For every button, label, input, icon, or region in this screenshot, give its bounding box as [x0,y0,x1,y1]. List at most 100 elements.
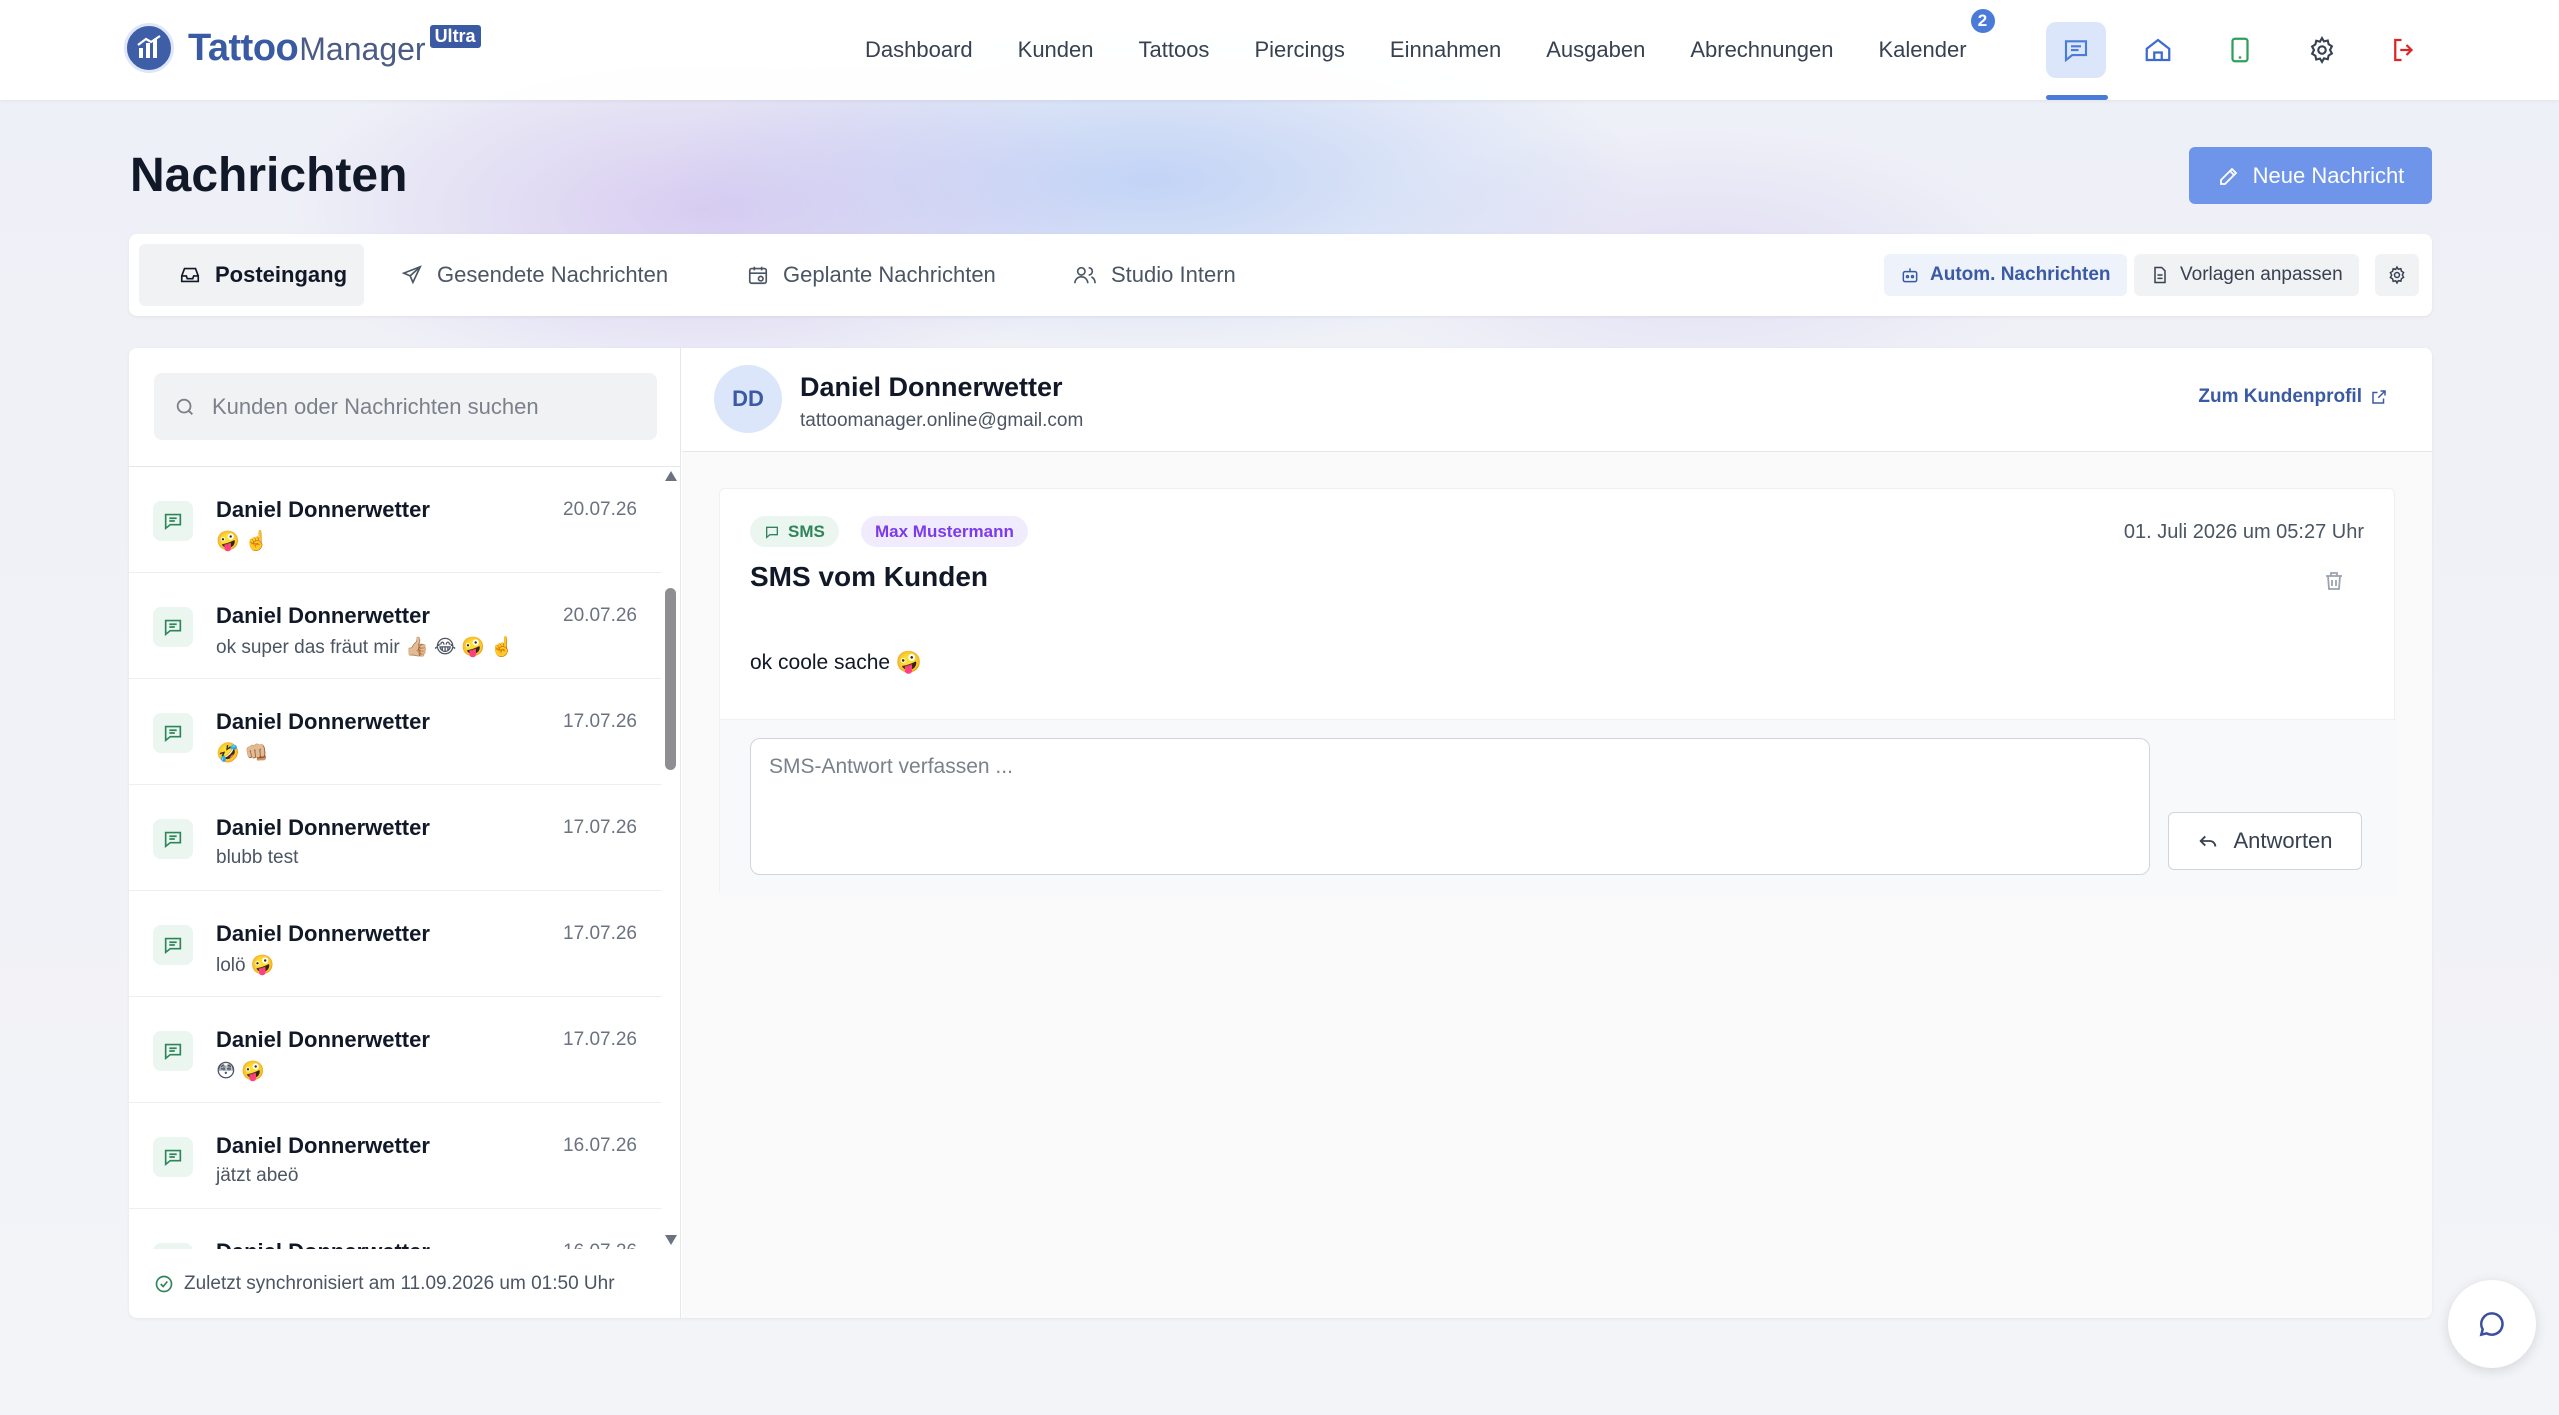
new-message-button[interactable]: Neue Nachricht [2189,147,2432,204]
message-body: ok coole sache 🤪 [750,651,923,674]
contact-email: tattoomanager.online@gmail.com [800,410,1084,431]
scroll-up-arrow-icon[interactable] [665,471,677,481]
inbox-column: Daniel Donnerwetter 🤪 ☝️ 20.07.26 Daniel… [129,348,681,1318]
nav-kalender[interactable]: Kalender 2 [1878,7,1997,63]
sms-icon [153,607,193,647]
nav-tablet-button[interactable] [2210,22,2270,78]
message-preview: lolö 🤪 [216,955,275,976]
logout-icon [2394,38,2414,62]
reply-textarea[interactable] [750,738,2150,875]
nav-tattoos[interactable]: Tattoos [1139,37,1210,63]
app-logo[interactable]: Tattoo Manager Ultra [124,23,481,73]
list-item[interactable]: Daniel Donnerwetter lolö 🤪 17.07.26 [129,891,661,997]
sms-icon [153,1243,193,1249]
sender-name: Daniel Donnerwetter [216,1027,430,1052]
nav-logout-button[interactable] [2374,22,2434,78]
nav-messages-button[interactable] [2046,22,2106,78]
sms-icon [153,1031,193,1071]
scroll-down-arrow-icon[interactable] [665,1235,677,1245]
tab-gesendete[interactable]: Gesendete Nachrichten [401,244,668,306]
chat-bubble-icon [2479,1312,2504,1337]
logo-main-text: Tattoo [188,26,299,69]
gear-icon [2389,265,2405,285]
list-item[interactable]: Daniel Donnerwetter 😳 🤪 17.07.26 [129,997,661,1103]
channel-tag: SMS [750,516,839,547]
tab-geplante[interactable]: Geplante Nachrichten [747,244,996,306]
delete-message-button[interactable] [2322,569,2346,598]
tab-label: Gesendete Nachrichten [437,262,669,287]
sender-name: Daniel Donnerwetter [216,815,430,840]
search-input[interactable] [212,393,632,420]
trash-icon [2326,572,2342,590]
reply-arrow-icon [2199,835,2217,847]
customer-profile-label: Zum Kundenprofil [2198,386,2362,407]
message-preview: 😳 🤪 [216,1061,265,1082]
auto-messages-button[interactable]: Autom. Nachrichten [1884,254,2127,296]
tab-posteingang[interactable]: Posteingang [139,244,364,306]
message-date: 16.07.26 [563,1135,637,1156]
sender-name: Daniel Donnerwetter [216,921,430,946]
tab-label: Geplante Nachrichten [783,262,996,287]
nav-abrechnungen[interactable]: Abrechnungen [1690,37,1833,63]
templates-button[interactable]: Vorlagen anpassen [2134,254,2359,296]
pencil-icon [2219,167,2237,185]
search-box [154,373,657,440]
nav-settings-button[interactable] [2292,22,2352,78]
nav-home-button[interactable] [2128,22,2188,78]
nav-einnahmen[interactable]: Einnahmen [1390,37,1501,63]
sms-icon [153,501,193,541]
sender-name: Daniel Donnerwetter [216,1239,430,1249]
sender-name: Daniel Donnerwetter [216,497,430,522]
conversation-column: DD Daniel Donnerwetter tattoomanager.onl… [682,348,2432,1318]
message-date: 17.07.26 [563,817,637,838]
sender-name: Daniel Donnerwetter [216,603,430,628]
list-item[interactable]: Daniel Donnerwetter 🤣 👊🏼 17.07.26 [129,679,661,785]
customer-profile-link[interactable]: Zum Kundenprofil [2198,386,2388,408]
staff-tag: Max Mustermann [861,516,1028,547]
message-date: 16.07.26 [563,1241,637,1249]
reply-area: Antworten [720,719,2396,897]
message-date: 20.07.26 [563,605,637,626]
message-date: 17.07.26 [563,923,637,944]
sender-name: Daniel Donnerwetter [216,1133,430,1158]
message-preview: jätzt abeö [216,1165,299,1186]
home-icon [2145,38,2171,62]
message-title: SMS vom Kunden [750,561,989,592]
chat-icon [766,526,778,539]
sms-icon [153,819,193,859]
list-scrollbar[interactable] [661,467,681,1249]
list-item[interactable]: Daniel Donnerwetter ok super das fräut m… [129,573,661,679]
nav-piercings[interactable]: Piercings [1254,37,1344,63]
logo-ultra-badge: Ultra [429,24,481,48]
message-preview: 🤣 👊🏼 [216,743,269,764]
message-date: 17.07.26 [563,711,637,732]
logo-sub-text: Manager [299,30,426,67]
contact-header: DD Daniel Donnerwetter tattoomanager.onl… [682,348,2432,452]
search-icon [176,398,193,415]
new-message-label: Neue Nachricht [2252,162,2405,188]
list-item[interactable]: Daniel Donnerwetter blubb test 17.07.26 [129,785,661,891]
list-item[interactable]: Daniel Donnerwetter jätzt abeö 16.07.26 [129,1103,661,1209]
message-timestamp: 01. Juli 2026 um 05:27 Uhr [2123,521,2364,543]
nav-dashboard[interactable]: Dashboard [865,37,973,63]
calendar-count-badge: 2 [1968,7,1997,35]
reply-button-label: Antworten [2233,828,2333,853]
list-item[interactable]: Daniel Donnerwetter 16.07.26 [129,1209,661,1249]
page-title: Nachrichten [130,149,408,202]
nav-kunden[interactable]: Kunden [1018,37,1094,63]
users-icon [1074,266,1096,284]
list-item[interactable]: Daniel Donnerwetter 🤪 ☝️ 20.07.26 [129,467,661,573]
message-tabs: Posteingang Gesendete Nachrichten Geplan… [129,234,2432,316]
nav-ausgaben[interactable]: Ausgaben [1546,37,1645,63]
sync-status-text: Zuletzt synchronisiert am 11.09.2026 um … [184,1273,615,1294]
inbox-icon [180,267,200,283]
reply-button[interactable]: Antworten [2168,812,2362,870]
sync-status: Zuletzt synchronisiert am 11.09.2026 um … [154,1273,615,1295]
tab-settings-button[interactable] [2375,254,2419,296]
contact-name: Daniel Donnerwetter [800,372,1063,402]
scrollbar-thumb[interactable] [665,588,676,770]
tab-studio-intern[interactable]: Studio Intern [1073,244,1236,306]
message-preview: blubb test [216,847,299,868]
chat-support-button[interactable] [2448,1280,2536,1368]
calendar-clock-icon [748,266,768,285]
